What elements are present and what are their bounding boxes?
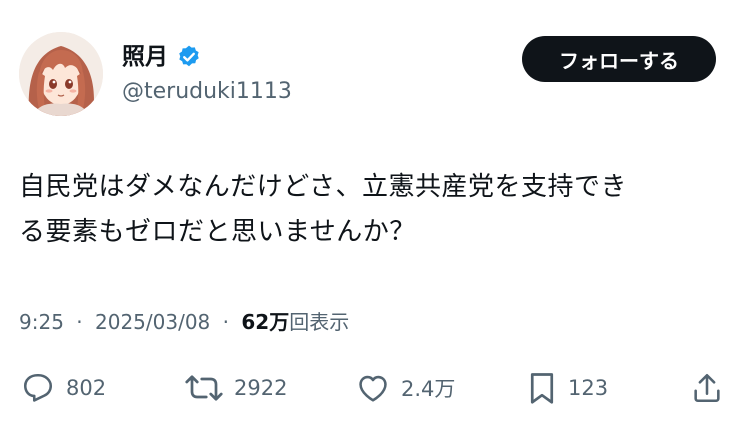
reply-count: 802: [66, 376, 107, 400]
bookmark-icon: [530, 373, 554, 404]
share-icon: [694, 373, 720, 403]
views-count[interactable]: 62万: [241, 310, 289, 334]
meta-separator: ·: [76, 310, 83, 334]
display-name[interactable]: 照月: [122, 43, 168, 71]
share-button[interactable]: [690, 366, 724, 410]
views-label[interactable]: 回表示: [289, 310, 349, 334]
tweet-text: 自民党はダメなんだけどさ、立憲共産党を支持でき る要素もゼロだと思いませんか？: [19, 165, 731, 255]
user-display-name-row[interactable]: 照月: [122, 43, 202, 71]
tweet-time[interactable]: 9:25: [19, 310, 64, 334]
user-handle[interactable]: @teruduki1113: [122, 78, 292, 106]
action-bar: 802 2922 2.4万 123: [0, 366, 750, 410]
follow-button[interactable]: フォローする: [522, 36, 716, 82]
heart-icon: [359, 375, 387, 402]
tweet-meta: 9:25 · 2025/03/08 · 62万回表示: [19, 308, 349, 336]
reply-icon: [23, 373, 53, 402]
like-button[interactable]: 2.4万: [355, 366, 455, 410]
tweet-text-line: 自民党はダメなんだけどさ、立憲共産党を支持でき: [19, 172, 627, 202]
tweet-date[interactable]: 2025/03/08: [95, 310, 210, 334]
meta-separator: ·: [222, 310, 229, 334]
bookmark-button[interactable]: 123: [526, 366, 608, 410]
bookmark-count: 123: [568, 376, 609, 400]
retweet-button[interactable]: 2922: [184, 366, 287, 410]
anime-girl-avatar-icon: [19, 32, 103, 116]
verified-badge-icon[interactable]: [176, 44, 202, 70]
retweet-icon: [185, 375, 223, 401]
avatar[interactable]: [19, 32, 103, 116]
tweet-text-line: る要素もゼロだと思いませんか？: [19, 217, 416, 247]
reply-button[interactable]: 802: [20, 366, 106, 410]
retweet-count: 2922: [234, 376, 288, 400]
like-count: 2.4万: [401, 377, 456, 401]
